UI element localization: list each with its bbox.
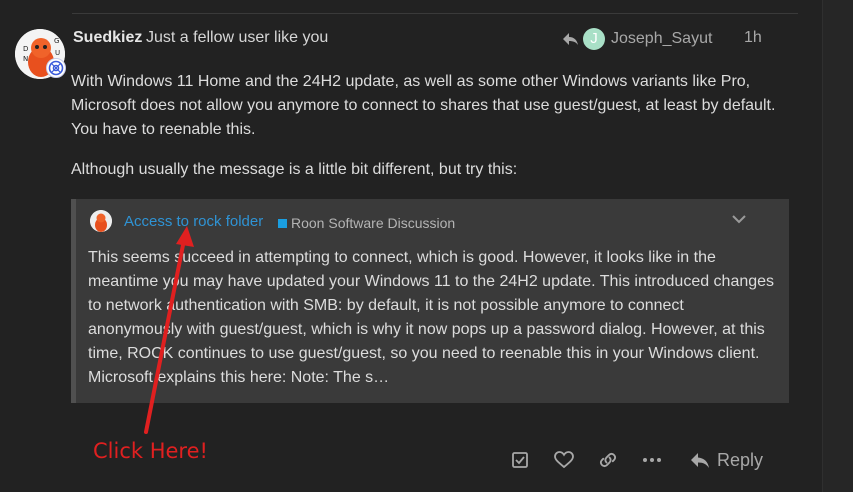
more-dots-icon — [643, 458, 661, 462]
svg-text:G: G — [54, 37, 59, 45]
user-flair-badge — [46, 58, 66, 78]
top-divider — [72, 13, 798, 14]
post-username[interactable]: Suedkiez — [73, 29, 142, 47]
reply-to-username: Joseph_Sayut — [611, 30, 713, 47]
svg-text:N: N — [23, 55, 28, 63]
right-gutter — [822, 0, 853, 492]
right-gutter-border — [822, 0, 823, 492]
solution-checkbox-button[interactable] — [508, 448, 532, 472]
flair-icon — [48, 60, 64, 76]
reply-arrow-icon — [563, 33, 578, 45]
heart-icon — [554, 451, 574, 469]
quote-author-avatar-image — [90, 210, 112, 232]
quote-left-bar — [71, 199, 76, 403]
svg-text:U: U — [55, 49, 60, 57]
post-user-title: Just a fellow user like you — [146, 29, 329, 46]
quote-category-name: Roon Software Discussion — [291, 215, 456, 231]
copy-link-button[interactable] — [596, 448, 620, 472]
reply-icon — [691, 453, 709, 468]
annotation-label: Click Here! — [93, 439, 208, 463]
quote-topic-title-link[interactable]: Access to rock folder — [124, 213, 263, 230]
checkbox-icon — [512, 452, 528, 468]
category-color-square — [278, 218, 287, 228]
quote-category-badge[interactable]: Roon Software Discussion — [278, 215, 455, 231]
post-timestamp[interactable]: 1h — [744, 29, 762, 47]
like-button[interactable] — [552, 448, 576, 472]
post-paragraph: Although usually the message is a little… — [71, 161, 518, 178]
reply-to-avatar: J — [583, 28, 605, 50]
quoted-topic-box: Access to rock folder Roon Software Disc… — [71, 199, 789, 403]
post-paragraph: With Windows 11 Home and the 24H2 update… — [71, 73, 776, 138]
quote-author-avatar — [90, 210, 112, 232]
reply-button[interactable]: Reply — [689, 449, 763, 471]
more-actions-button[interactable] — [640, 448, 664, 472]
reply-to-link[interactable]: J Joseph_Sayut — [561, 28, 712, 50]
svg-text:D: D — [23, 45, 28, 53]
reply-button-label: Reply — [717, 449, 764, 470]
quote-excerpt: This seems succeed in attempting to conn… — [88, 249, 775, 386]
link-icon — [599, 452, 617, 468]
expand-chevron-icon[interactable] — [731, 213, 747, 225]
